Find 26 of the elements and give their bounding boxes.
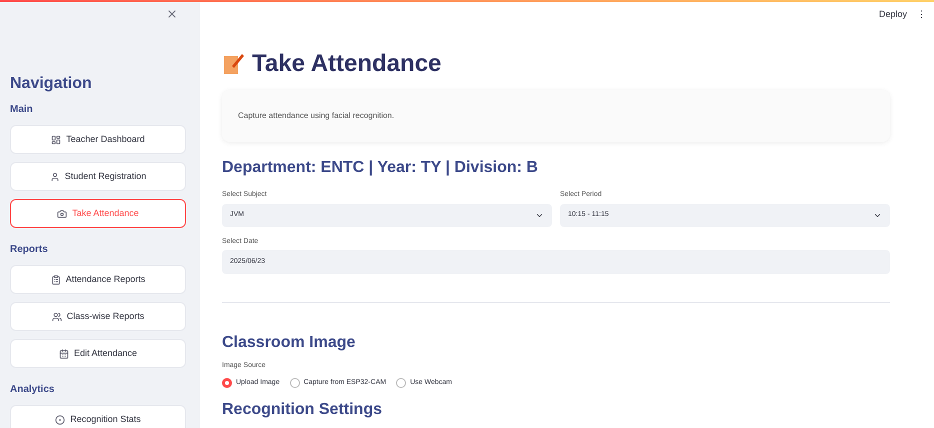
dot-icon [55,414,66,424]
section-heading: Classroom Image [222,333,356,353]
section-heading: Reports [10,243,49,257]
menu-button[interactable]: ⋮ [917,8,926,22]
caption-text: Capture attendance using facial recognition. [238,110,394,122]
page-title: Take Attendance [252,49,442,79]
camera-icon [57,208,68,218]
user-icon [50,172,60,182]
nav-button[interactable]: Class-wise Reports [10,302,186,331]
nav-button[interactable]: Teacher Dashboard [10,125,186,154]
nav-button[interactable]: Recognition Stats [10,405,186,428]
nav-button[interactable]: Student Registration [10,162,186,191]
calendar-icon [58,348,69,358]
section-heading: Main [10,103,34,117]
context-heading: Department: ENTC | Year: TY | Division: B [222,158,539,178]
nav-button[interactable]: Edit Attendance [10,339,186,368]
close-icon[interactable] [166,8,178,20]
deploy-button[interactable]: Deploy [878,8,907,22]
dashboard-icon [51,134,62,144]
section-heading: Analytics [10,383,56,397]
clipboard-icon [50,274,61,284]
nav-button[interactable]: Attendance Reports [10,265,186,294]
document-pen-icon [222,52,244,76]
section-heading: Recognition Settings [222,400,383,420]
sidebar-title: Navigation [10,74,93,94]
people-icon [52,312,62,322]
